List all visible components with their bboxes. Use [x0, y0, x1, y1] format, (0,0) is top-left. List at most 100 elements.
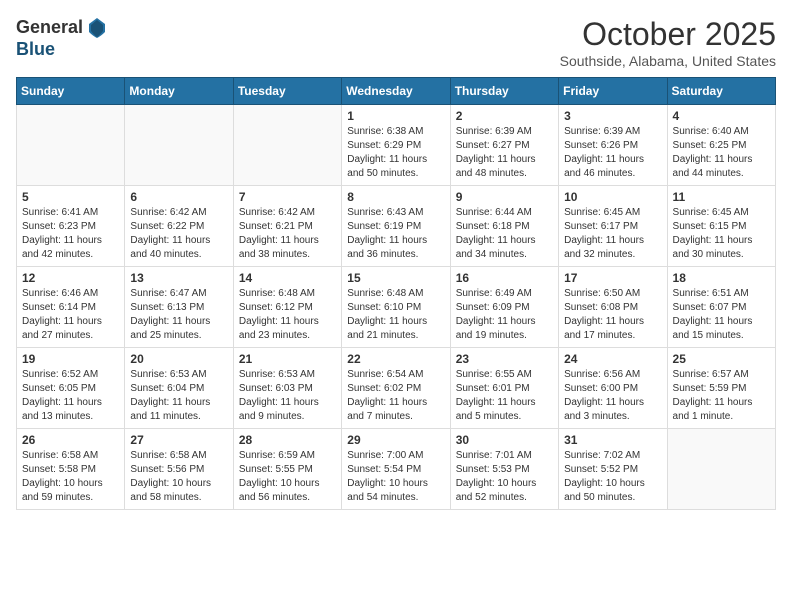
- day-info: Sunrise: 6:45 AM Sunset: 6:15 PM Dayligh…: [673, 206, 770, 262]
- day-info: Sunrise: 6:53 AM Sunset: 6:04 PM Dayligh…: [130, 368, 227, 424]
- day-number: 7: [239, 190, 336, 204]
- day-number: 4: [673, 109, 770, 123]
- calendar-cell: 19 Sunrise: 6:52 AM Sunset: 6:05 PM Dayli…: [17, 348, 125, 429]
- calendar-cell: 2Sunrise: 6:39 AM Sunset: 6:27 PM Daylig…: [450, 105, 558, 186]
- day-info: Sunrise: 6:53 AM Sunset: 6:03 PM Dayligh…: [239, 368, 336, 424]
- calendar-cell: 25 Sunrise: 6:57 AM Sunset: 5:59 PM Dayli…: [667, 348, 775, 429]
- day-number: 19: [22, 352, 119, 366]
- day-number: 31: [564, 433, 661, 447]
- calendar-cell: 28Sunrise: 6:59 AM Sunset: 5:55 PM Dayli…: [233, 429, 341, 510]
- calendar-header-row: SundayMondayTuesdayWednesdayThursdayFrid…: [17, 78, 776, 105]
- day-info: Sunrise: 7:01 AM Sunset: 5:53 PM Dayligh…: [456, 449, 553, 505]
- day-info: Sunrise: 6:48 AM Sunset: 6:12 PM Dayligh…: [239, 287, 336, 343]
- calendar-cell: 24 Sunrise: 6:56 AM Sunset: 6:00 PM Dayli…: [559, 348, 667, 429]
- calendar-cell: 4 Sunrise: 6:40 AM Sunset: 6:25 PM Daylig…: [667, 105, 775, 186]
- day-number: 22: [347, 352, 444, 366]
- location: Southside, Alabama, United States: [560, 53, 776, 69]
- calendar-cell: 17 Sunrise: 6:50 AM Sunset: 6:08 PM Dayli…: [559, 267, 667, 348]
- calendar-cell: 5 Sunrise: 6:41 AM Sunset: 6:23 PM Daylig…: [17, 186, 125, 267]
- day-number: 15: [347, 271, 444, 285]
- calendar-cell: 27 Sunrise: 6:58 AM Sunset: 5:56 PM Dayli…: [125, 429, 233, 510]
- day-number: 3: [564, 109, 661, 123]
- day-info: Sunrise: 6:55 AM Sunset: 6:01 PM Dayligh…: [456, 368, 553, 424]
- day-number: 8: [347, 190, 444, 204]
- calendar-cell: [667, 429, 775, 510]
- calendar-day-header: Friday: [559, 78, 667, 105]
- day-info: Sunrise: 6:41 AM Sunset: 6:23 PM Dayligh…: [22, 206, 119, 262]
- day-info: Sunrise: 6:42 AM Sunset: 6:22 PM Dayligh…: [130, 206, 227, 262]
- day-info: Sunrise: 6:48 AM Sunset: 6:10 PM Dayligh…: [347, 287, 444, 343]
- day-number: 18: [673, 271, 770, 285]
- calendar-cell: 6 Sunrise: 6:42 AM Sunset: 6:22 PM Daylig…: [125, 186, 233, 267]
- calendar-cell: 8 Sunrise: 6:43 AM Sunset: 6:19 PM Daylig…: [342, 186, 450, 267]
- calendar-cell: [233, 105, 341, 186]
- day-number: 21: [239, 352, 336, 366]
- calendar-cell: 13Sunrise: 6:47 AM Sunset: 6:13 PM Dayli…: [125, 267, 233, 348]
- calendar-cell: 22 Sunrise: 6:54 AM Sunset: 6:02 PM Dayli…: [342, 348, 450, 429]
- day-number: 11: [673, 190, 770, 204]
- calendar-week-row: 5 Sunrise: 6:41 AM Sunset: 6:23 PM Daylig…: [17, 186, 776, 267]
- day-number: 9: [456, 190, 553, 204]
- logo-blue: Blue: [16, 39, 55, 59]
- day-info: Sunrise: 6:51 AM Sunset: 6:07 PM Dayligh…: [673, 287, 770, 343]
- day-info: Sunrise: 6:59 AM Sunset: 5:55 PM Dayligh…: [239, 449, 336, 505]
- day-info: Sunrise: 6:42 AM Sunset: 6:21 PM Dayligh…: [239, 206, 336, 262]
- day-info: Sunrise: 6:56 AM Sunset: 6:00 PM Dayligh…: [564, 368, 661, 424]
- calendar-day-header: Tuesday: [233, 78, 341, 105]
- day-info: Sunrise: 6:44 AM Sunset: 6:18 PM Dayligh…: [456, 206, 553, 262]
- calendar-cell: 30Sunrise: 7:01 AM Sunset: 5:53 PM Dayli…: [450, 429, 558, 510]
- day-info: Sunrise: 6:39 AM Sunset: 6:26 PM Dayligh…: [564, 125, 661, 181]
- day-number: 12: [22, 271, 119, 285]
- day-info: Sunrise: 6:46 AM Sunset: 6:14 PM Dayligh…: [22, 287, 119, 343]
- calendar-cell: 20Sunrise: 6:53 AM Sunset: 6:04 PM Dayli…: [125, 348, 233, 429]
- calendar-cell: 26 Sunrise: 6:58 AM Sunset: 5:58 PM Dayli…: [17, 429, 125, 510]
- day-info: Sunrise: 6:43 AM Sunset: 6:19 PM Dayligh…: [347, 206, 444, 262]
- day-number: 25: [673, 352, 770, 366]
- calendar-day-header: Thursday: [450, 78, 558, 105]
- calendar: SundayMondayTuesdayWednesdayThursdayFrid…: [16, 77, 776, 510]
- logo: General Blue: [16, 16, 111, 60]
- logo-general: General: [16, 17, 83, 37]
- calendar-cell: 7 Sunrise: 6:42 AM Sunset: 6:21 PM Daylig…: [233, 186, 341, 267]
- calendar-week-row: 26 Sunrise: 6:58 AM Sunset: 5:58 PM Dayli…: [17, 429, 776, 510]
- day-info: Sunrise: 6:54 AM Sunset: 6:02 PM Dayligh…: [347, 368, 444, 424]
- day-number: 24: [564, 352, 661, 366]
- day-info: Sunrise: 6:52 AM Sunset: 6:05 PM Dayligh…: [22, 368, 119, 424]
- day-info: Sunrise: 6:50 AM Sunset: 6:08 PM Dayligh…: [564, 287, 661, 343]
- calendar-cell: 16Sunrise: 6:49 AM Sunset: 6:09 PM Dayli…: [450, 267, 558, 348]
- day-info: Sunrise: 7:00 AM Sunset: 5:54 PM Dayligh…: [347, 449, 444, 505]
- calendar-day-header: Monday: [125, 78, 233, 105]
- day-number: 26: [22, 433, 119, 447]
- month-title: October 2025: [560, 16, 776, 53]
- calendar-week-row: 1 Sunrise: 6:38 AM Sunset: 6:29 PM Daylig…: [17, 105, 776, 186]
- day-info: Sunrise: 6:40 AM Sunset: 6:25 PM Dayligh…: [673, 125, 770, 181]
- calendar-day-header: Saturday: [667, 78, 775, 105]
- calendar-cell: 18 Sunrise: 6:51 AM Sunset: 6:07 PM Dayli…: [667, 267, 775, 348]
- calendar-day-header: Sunday: [17, 78, 125, 105]
- calendar-cell: [125, 105, 233, 186]
- day-number: 2: [456, 109, 553, 123]
- calendar-cell: 15 Sunrise: 6:48 AM Sunset: 6:10 PM Dayli…: [342, 267, 450, 348]
- page-header: General Blue October 2025 Southside, Ala…: [16, 16, 776, 69]
- day-number: 1: [347, 109, 444, 123]
- calendar-day-header: Wednesday: [342, 78, 450, 105]
- day-info: Sunrise: 6:58 AM Sunset: 5:58 PM Dayligh…: [22, 449, 119, 505]
- calendar-cell: 29Sunrise: 7:00 AM Sunset: 5:54 PM Dayli…: [342, 429, 450, 510]
- day-info: Sunrise: 6:57 AM Sunset: 5:59 PM Dayligh…: [673, 368, 770, 424]
- day-number: 17: [564, 271, 661, 285]
- calendar-week-row: 12 Sunrise: 6:46 AM Sunset: 6:14 PM Dayli…: [17, 267, 776, 348]
- day-number: 23: [456, 352, 553, 366]
- calendar-cell: 21 Sunrise: 6:53 AM Sunset: 6:03 PM Dayli…: [233, 348, 341, 429]
- day-number: 27: [130, 433, 227, 447]
- day-info: Sunrise: 6:58 AM Sunset: 5:56 PM Dayligh…: [130, 449, 227, 505]
- day-number: 6: [130, 190, 227, 204]
- day-info: Sunrise: 6:49 AM Sunset: 6:09 PM Dayligh…: [456, 287, 553, 343]
- day-info: Sunrise: 6:47 AM Sunset: 6:13 PM Dayligh…: [130, 287, 227, 343]
- day-info: Sunrise: 6:38 AM Sunset: 6:29 PM Dayligh…: [347, 125, 444, 181]
- day-number: 14: [239, 271, 336, 285]
- calendar-cell: 14 Sunrise: 6:48 AM Sunset: 6:12 PM Dayli…: [233, 267, 341, 348]
- day-number: 5: [22, 190, 119, 204]
- calendar-cell: 11 Sunrise: 6:45 AM Sunset: 6:15 PM Dayli…: [667, 186, 775, 267]
- day-info: Sunrise: 6:45 AM Sunset: 6:17 PM Dayligh…: [564, 206, 661, 262]
- calendar-cell: 23 Sunrise: 6:55 AM Sunset: 6:01 PM Dayli…: [450, 348, 558, 429]
